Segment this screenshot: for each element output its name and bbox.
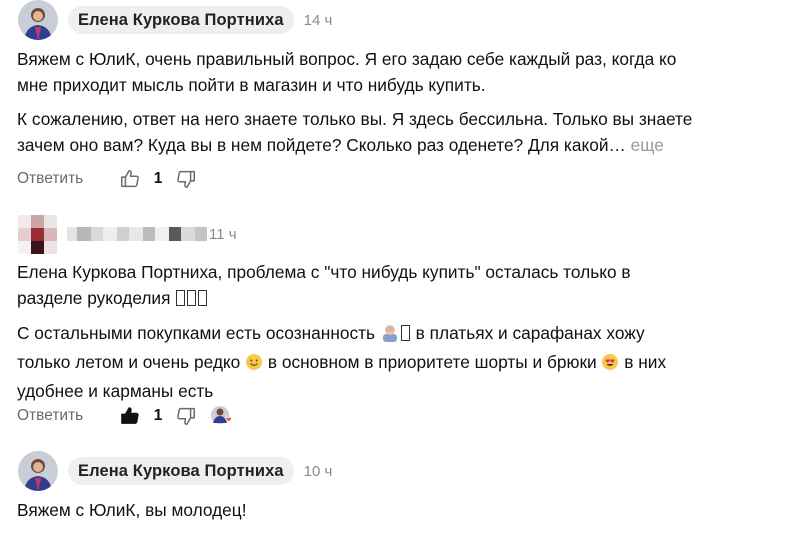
text-line: К сожалению, ответ на него знаете только… bbox=[17, 109, 693, 129]
text-line: С остальными покупками есть осознанность… bbox=[17, 320, 782, 349]
timestamp: 14 ч bbox=[303, 11, 333, 29]
more-link[interactable]: еще bbox=[631, 135, 664, 155]
comment-text: Вяжем с ЮлиК, вы молодец! bbox=[17, 497, 782, 523]
text-line: Вяжем с ЮлиК, вы молодец! bbox=[17, 500, 247, 520]
comment-actions: Ответить 1 bbox=[17, 402, 237, 430]
text-span: только летом и очень редко bbox=[17, 352, 241, 372]
like-count: 1 bbox=[153, 407, 163, 424]
comment-header: 11 ч bbox=[18, 214, 237, 254]
comment-header: Елена Куркова Портниха 14 ч bbox=[18, 0, 332, 40]
text-line: только летом и очень редко в основном в … bbox=[17, 349, 782, 378]
text-line: зачем оно вам? Куда вы в нем пойдете? Ск… bbox=[17, 135, 626, 155]
thumb-down-icon[interactable] bbox=[173, 166, 199, 192]
comment-text: Елена Куркова Портниха, проблема с "что … bbox=[17, 259, 782, 311]
avatar[interactable] bbox=[18, 0, 58, 40]
comment-text: К сожалению, ответ на него знаете только… bbox=[17, 106, 782, 158]
text-line: разделе рукоделия bbox=[17, 285, 782, 311]
author-name[interactable]: Елена Куркова Портниха bbox=[68, 6, 294, 34]
like-count: 1 bbox=[153, 170, 163, 187]
text-line: удобнее и карманы есть bbox=[17, 381, 214, 401]
text-span: в платьях и сарафанах хожу bbox=[410, 323, 645, 343]
text-line-with-more: зачем оно вам? Куда вы в нем пойдете? Ск… bbox=[17, 132, 782, 158]
missing-glyph-icon bbox=[176, 290, 186, 306]
text-line: Вяжем с ЮлиК, очень правильный вопрос. Я… bbox=[17, 49, 677, 69]
missing-glyph-icon bbox=[198, 290, 208, 306]
author-name-text: Елена Куркова Портниха bbox=[78, 461, 284, 480]
comment-text: С остальными покупками есть осознанность… bbox=[17, 320, 782, 404]
thumb-down-icon[interactable] bbox=[173, 403, 199, 429]
missing-glyph-icon bbox=[187, 290, 197, 306]
avatar[interactable] bbox=[18, 214, 57, 254]
thumb-up-icon[interactable] bbox=[117, 403, 143, 429]
text-span: в них bbox=[619, 352, 667, 372]
avatar[interactable] bbox=[18, 451, 58, 491]
timestamp: 10 ч bbox=[303, 462, 333, 480]
text-span: разделе рукоделия bbox=[17, 288, 171, 308]
author-name[interactable]: Елена Куркова Портниха bbox=[68, 457, 294, 485]
comment-actions: Ответить 1 bbox=[17, 165, 199, 193]
text-line: Елена Куркова Портниха, проблема с "что … bbox=[17, 262, 631, 282]
missing-glyph-icon bbox=[400, 325, 410, 341]
comment-header: Елена Куркова Портниха 10 ч bbox=[18, 451, 332, 491]
reply-button[interactable]: Ответить bbox=[17, 407, 117, 425]
author-heart-reaction-icon bbox=[209, 404, 237, 428]
author-name-redacted[interactable] bbox=[67, 227, 207, 241]
comment-text: Вяжем с ЮлиК, очень правильный вопрос. Я… bbox=[17, 46, 782, 98]
thumb-up-icon[interactable] bbox=[117, 166, 143, 192]
author-name-text: Елена Куркова Портниха bbox=[78, 10, 284, 29]
text-line: мне приходит мысль пойти в магазин и что… bbox=[17, 75, 486, 95]
person-facepalm-emoji-icon bbox=[380, 322, 400, 349]
timestamp: 11 ч bbox=[209, 225, 237, 243]
reply-button[interactable]: Ответить bbox=[17, 170, 117, 188]
text-span: в основном в приоритете шорты и брюки bbox=[263, 352, 597, 372]
smiling-face-emoji-icon bbox=[245, 352, 263, 378]
heart-eyes-emoji-icon bbox=[601, 352, 619, 378]
text-span: С остальными покупками есть осознанность bbox=[17, 323, 376, 343]
